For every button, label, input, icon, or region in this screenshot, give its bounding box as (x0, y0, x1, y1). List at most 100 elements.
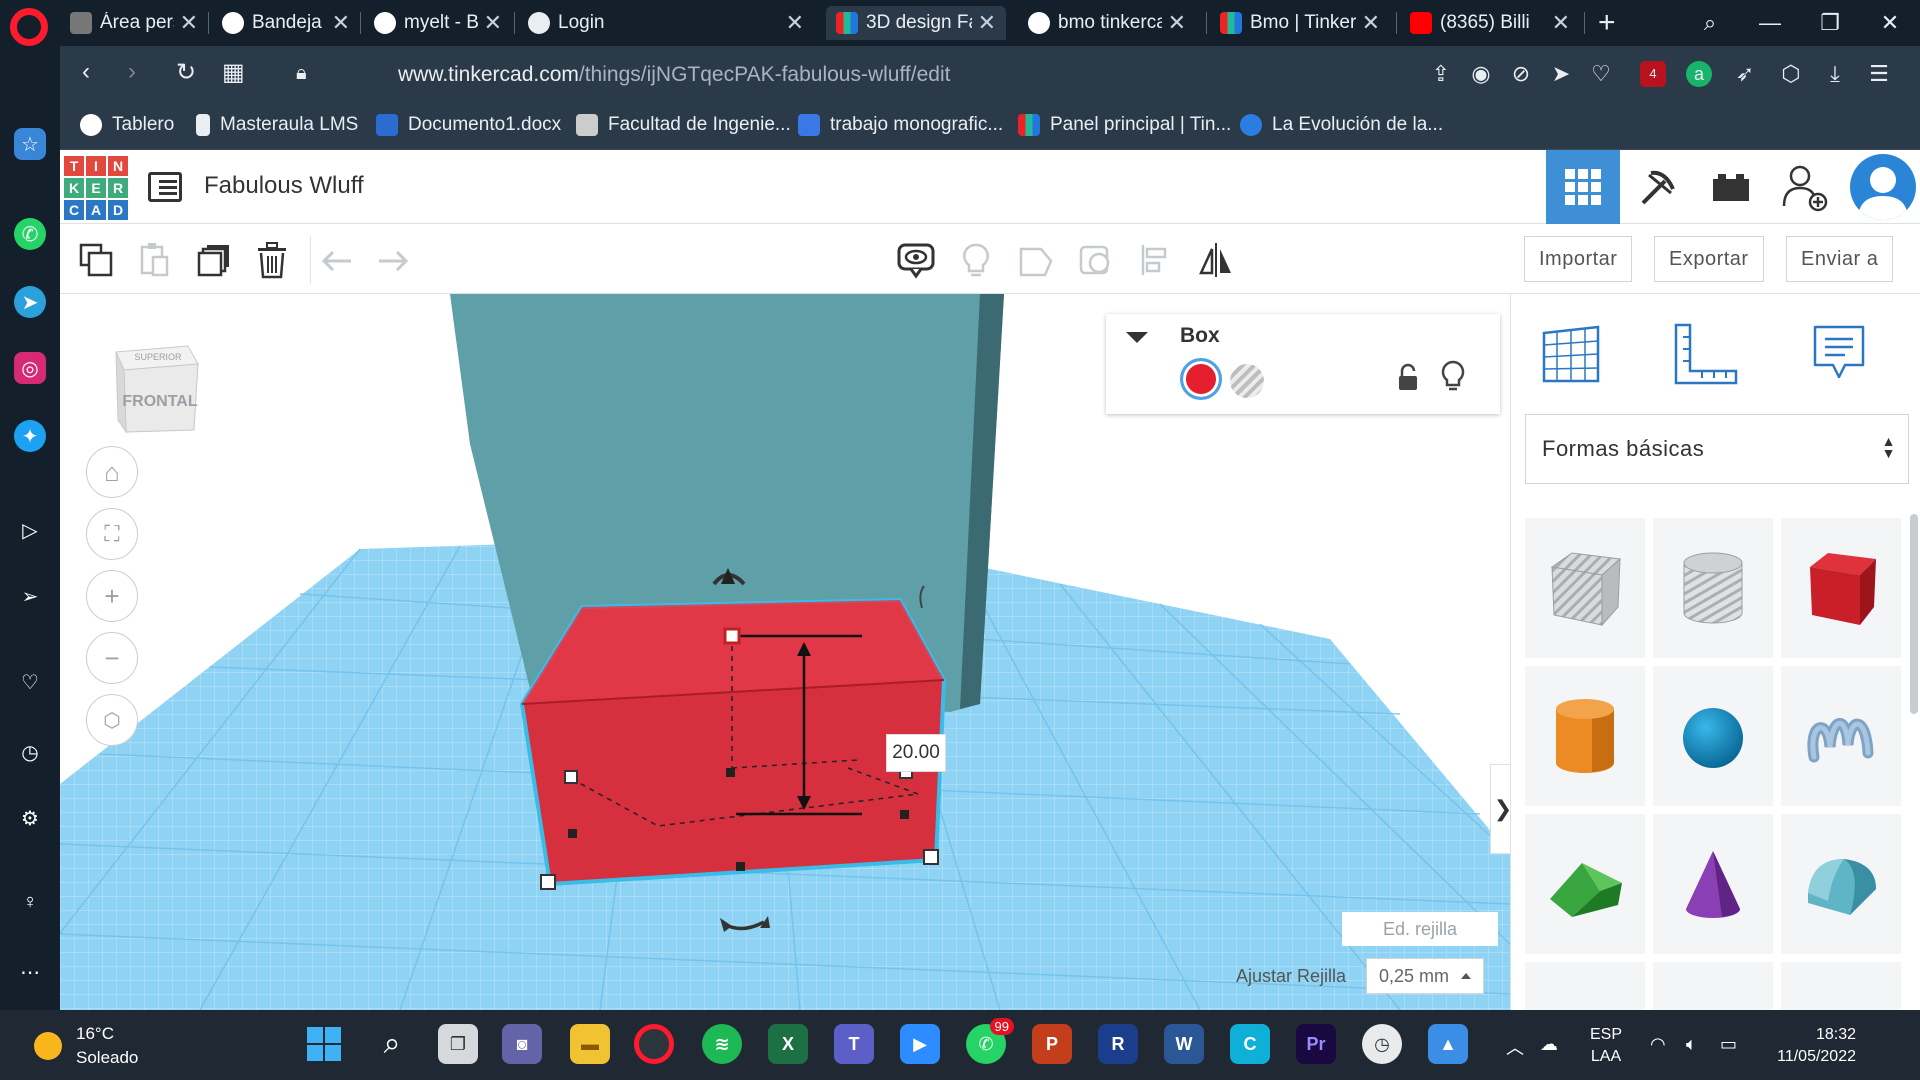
cube-icon[interactable]: ⬡ (1778, 61, 1804, 87)
invite-user-button[interactable] (1768, 150, 1842, 224)
camera-icon[interactable]: ◉ (1468, 61, 1494, 87)
height-handle[interactable] (723, 627, 741, 645)
photos-icon[interactable]: ▲ (1428, 1024, 1468, 1064)
speed-dial-icon[interactable]: ▦ (222, 58, 245, 87)
language-indicator[interactable]: ESP LAA (1590, 1024, 1622, 1068)
close-icon[interactable]: ✕ (478, 10, 502, 36)
bookmark-evolucion[interactable]: La Evolución de la... (1240, 114, 1443, 136)
system-clock[interactable]: 18:32 11/05/2022 (1760, 1024, 1856, 1068)
home-view-button[interactable]: ⌂ (86, 446, 138, 498)
zoom-out-button[interactable]: − (86, 632, 138, 684)
corner-handle[interactable] (540, 874, 556, 890)
3d-view-button[interactable] (1546, 150, 1620, 224)
restore-icon[interactable]: ❐ (1800, 0, 1860, 46)
download-icon[interactable]: ⤓ (1822, 61, 1848, 87)
wifi-icon[interactable]: ◠ (1650, 1034, 1666, 1055)
side-handle[interactable] (726, 768, 735, 777)
shape-roof[interactable] (1525, 814, 1645, 954)
snap-grid-select[interactable]: 0,25 mm (1366, 958, 1484, 994)
close-icon[interactable]: ✕ (326, 10, 350, 36)
close-window-icon[interactable]: ✕ (1860, 0, 1920, 46)
lock-icon[interactable]: 🔒︎ (296, 62, 307, 85)
cloud-icon[interactable]: ☁ (1540, 1034, 1558, 1055)
shape-round-roof[interactable] (1781, 814, 1901, 954)
player-icon[interactable]: ▷ (14, 514, 46, 546)
shape-library-select[interactable]: Formas básicas ▲ ▼ (1525, 414, 1909, 484)
excel-icon[interactable]: X (768, 1024, 808, 1064)
tab-bmo-search[interactable]: bmo tinkercad ✕ (1018, 6, 1196, 40)
user-avatar[interactable] (1850, 154, 1916, 220)
share-icon[interactable]: ⇪ (1428, 61, 1454, 87)
corner-handle[interactable] (564, 770, 578, 784)
panel-toggle-button[interactable]: ❯ (1490, 764, 1510, 854)
send-icon[interactable]: ➤ (1548, 61, 1574, 87)
delete-button[interactable] (250, 238, 294, 282)
revit-icon[interactable]: R (1098, 1024, 1138, 1064)
shape-cylinder-hole[interactable] (1653, 518, 1773, 658)
bookmark-masteraula[interactable]: Masteraula LMS (196, 114, 358, 136)
volume-icon[interactable]: 🔈︎ (1686, 1034, 1697, 1055)
reload-icon[interactable]: ↻ (176, 58, 196, 87)
shape-box-hole[interactable] (1525, 518, 1645, 658)
task-view-icon[interactable]: ❐ (438, 1024, 478, 1064)
notes-button[interactable] (894, 238, 938, 282)
weather-description[interactable]: Soleado (76, 1048, 138, 1068)
duplicate-button[interactable] (192, 238, 236, 282)
perspective-button[interactable]: ⬡ (86, 694, 138, 746)
tinkercad-logo[interactable]: T I N K E R C A D (64, 156, 128, 220)
ruler-tool-button[interactable] (1665, 314, 1745, 394)
corner-handle[interactable] (923, 849, 939, 865)
opera-taskbar-icon[interactable] (634, 1024, 674, 1064)
align-button[interactable] (1134, 238, 1178, 282)
cursor-icon[interactable]: ➶ (1732, 61, 1758, 87)
ungroup-button[interactable] (1074, 238, 1118, 282)
ublock-icon[interactable]: 4 (1640, 61, 1666, 87)
fit-view-button[interactable]: ⛶ (86, 508, 138, 560)
design-title[interactable]: Fabulous Wluff (204, 172, 364, 200)
close-icon[interactable]: ✕ (1356, 10, 1380, 36)
side-handle[interactable] (900, 810, 909, 819)
send-flow-icon[interactable]: ➢ (14, 580, 46, 612)
copy-button[interactable] (74, 238, 118, 282)
back-icon[interactable]: ‹ (82, 58, 90, 86)
shapes-scrollbar[interactable] (1910, 514, 1918, 714)
notes-tool-button[interactable] (1799, 314, 1879, 394)
import-button[interactable]: Importar (1524, 236, 1633, 282)
bookmark-facultad[interactable]: Facultad de Ingenie... (576, 114, 791, 136)
tab-bandeja[interactable]: Bandeja de en ✕ (212, 6, 360, 40)
mirror-button[interactable] (1194, 238, 1238, 282)
teams-chat-icon[interactable]: ◙ (502, 1024, 542, 1064)
search-tabs-icon[interactable]: ⌕ (1680, 0, 1740, 46)
start-windows-icon[interactable] (304, 1024, 344, 1064)
grammarly-icon[interactable]: a (1686, 61, 1712, 87)
teams-icon[interactable]: T (834, 1024, 874, 1064)
collapse-icon[interactable] (1126, 332, 1148, 343)
group-button[interactable] (1014, 238, 1058, 282)
tab-bmo-tinkercad[interactable]: Bmo | Tinkerc ✕ (1210, 6, 1390, 40)
easy-setup-icon[interactable]: ☰ (1866, 61, 1892, 87)
shape-cone[interactable] (1653, 814, 1773, 954)
whatsapp-icon[interactable]: ✆ (14, 218, 46, 250)
tab-login[interactable]: Login ✕ (518, 6, 814, 40)
shape-box[interactable] (1781, 518, 1901, 658)
favorites-heart-icon[interactable]: ♡ (14, 666, 46, 698)
red-box-shape[interactable] (519, 597, 947, 890)
minimize-icon[interactable]: — (1740, 0, 1800, 46)
premiere-icon[interactable]: Pr (1296, 1024, 1336, 1064)
battery-icon[interactable]: ▭ (1720, 1034, 1737, 1055)
settings-icon[interactable]: ⚙ (14, 802, 46, 834)
tab-youtube[interactable]: (8365) Billi ✕ (1400, 6, 1580, 40)
powerpoint-icon[interactable]: P (1032, 1024, 1072, 1064)
more-icon[interactable]: ⋯ (14, 956, 46, 988)
view-cube[interactable]: SUPERIOR FRONTAL (102, 334, 202, 434)
shape-sphere[interactable] (1653, 666, 1773, 806)
search-icon[interactable]: ⌕ (372, 1024, 412, 1064)
close-icon[interactable]: ✕ (780, 10, 804, 36)
design-menu-icon[interactable] (148, 172, 182, 202)
export-button[interactable]: Exportar (1654, 236, 1764, 282)
twitter-icon[interactable]: ✦ (14, 420, 46, 452)
close-icon[interactable]: ✕ (1162, 10, 1186, 36)
history-icon[interactable]: ◷ (14, 736, 46, 768)
new-tab-button[interactable]: + (1598, 6, 1616, 40)
weather-temperature[interactable]: 16°C (76, 1024, 114, 1044)
